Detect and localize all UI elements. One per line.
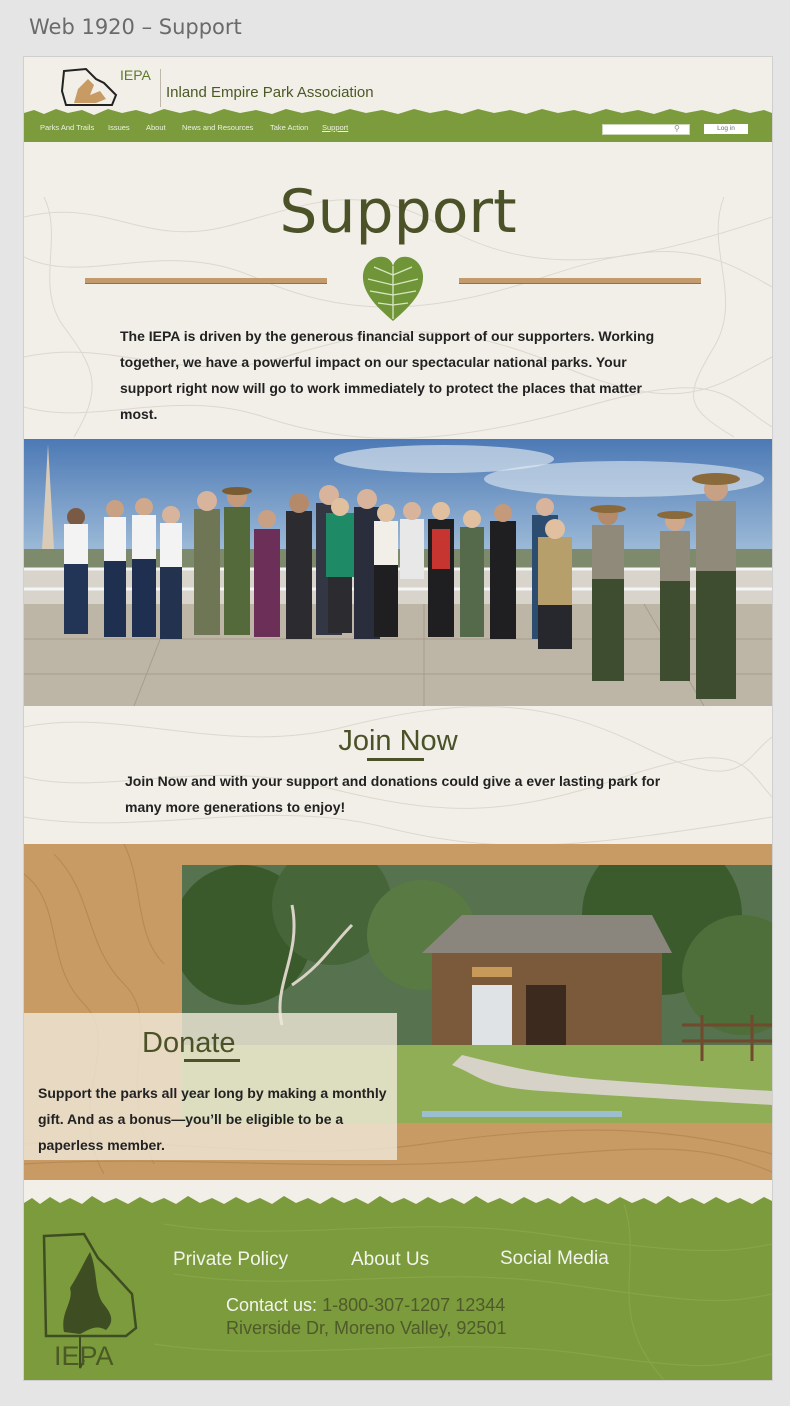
nav-parks-and-trails[interactable]: Parks And Trails bbox=[40, 123, 94, 132]
logo-separator bbox=[160, 69, 161, 107]
footer-logo-text: IEPA bbox=[54, 1341, 114, 1371]
contact-label: Contact us: bbox=[226, 1295, 318, 1315]
nav-issues[interactable]: Issues bbox=[108, 123, 130, 132]
donate-text: Support the parks all year long by makin… bbox=[38, 1085, 387, 1153]
contact-info: Contact us: 1-800-307-1207 12344 Riversi… bbox=[226, 1294, 506, 1340]
artboard-label: Web 1920 – Support bbox=[29, 15, 242, 39]
nav-news-and-resources[interactable]: News and Resources bbox=[182, 123, 253, 132]
supporters-group-photo bbox=[24, 439, 772, 706]
title-divider-left bbox=[85, 278, 327, 284]
page-title: Support bbox=[279, 177, 517, 247]
contact-phone[interactable]: 1-800-307-1207 bbox=[322, 1295, 450, 1315]
contact-address-number: 12344 bbox=[455, 1295, 506, 1315]
contact-address: Riverside Dr, Moreno Valley, 92501 bbox=[226, 1318, 507, 1338]
nav-support[interactable]: Support bbox=[322, 123, 348, 132]
join-now-heading: Join Now bbox=[338, 725, 458, 757]
nav-about[interactable]: About bbox=[146, 123, 166, 132]
leaf-heart-icon bbox=[362, 256, 424, 321]
join-now-text: Join Now and with your support and donat… bbox=[125, 773, 661, 815]
login-button[interactable]: Log in bbox=[704, 124, 748, 134]
title-divider-right bbox=[459, 278, 701, 284]
nav-take-action[interactable]: Take Action bbox=[270, 123, 308, 132]
intro-paragraph: The IEPA is driven by the generous finan… bbox=[120, 328, 655, 422]
logo-abbreviation[interactable]: IEPA bbox=[120, 67, 151, 83]
footer-link-private-policy[interactable]: Private Policy bbox=[173, 1249, 288, 1271]
footer-link-about-us[interactable]: About Us bbox=[351, 1249, 429, 1271]
organization-name[interactable]: Inland Empire Park Association bbox=[166, 84, 374, 101]
footer-link-social-media[interactable]: Social Media bbox=[500, 1248, 609, 1270]
search-icon[interactable]: ⚲ bbox=[674, 124, 680, 133]
donate-underline bbox=[184, 1059, 240, 1062]
join-now-underline bbox=[367, 758, 424, 761]
donate-heading[interactable]: Donate bbox=[142, 1027, 236, 1060]
california-county-map-icon[interactable] bbox=[60, 65, 122, 109]
support-page: IEPA Inland Empire Park Association Park… bbox=[23, 56, 773, 1381]
